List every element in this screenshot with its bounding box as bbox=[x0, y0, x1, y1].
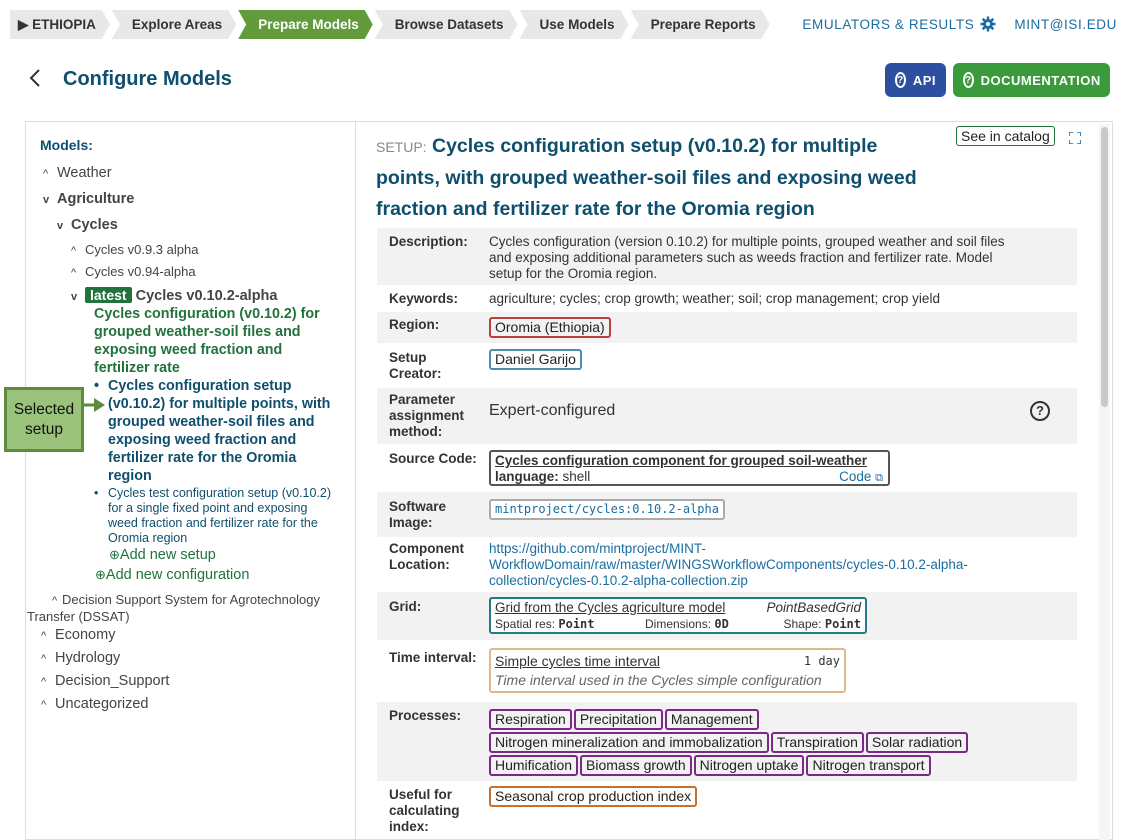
emulators-link[interactable]: EMULATORS & RESULTS bbox=[802, 16, 996, 32]
tree-item-uncategorized[interactable]: ^ Uncategorized bbox=[41, 696, 149, 712]
crumb-explore-areas[interactable]: Explore Areas bbox=[112, 10, 236, 39]
chevron-up-icon: ^ bbox=[41, 699, 47, 711]
processes-list: Respiration Precipitation Management Nitro… bbox=[489, 708, 1049, 777]
chevron-left-icon bbox=[29, 69, 40, 87]
breadcrumb: ▶ ETHIOPIA Explore Areas Prepare Models … bbox=[10, 10, 772, 39]
chevron-down-icon: v bbox=[43, 194, 50, 206]
setup-title: SETUP: Cycles configuration setup (v0.10… bbox=[376, 135, 917, 220]
crumb-browse-datasets[interactable]: Browse Datasets bbox=[375, 10, 518, 39]
tree-item-agriculture[interactable]: v Agriculture bbox=[43, 191, 134, 207]
models-heading: Models: bbox=[40, 137, 93, 153]
grid-card[interactable]: Grid from the Cycles agriculture model Po… bbox=[489, 597, 867, 634]
row-description: Description: Cycles configuration (versi… bbox=[377, 228, 1077, 285]
add-configuration-button[interactable]: ⊕Add new configuration bbox=[95, 567, 249, 583]
external-link-icon: ⧉ bbox=[875, 472, 883, 484]
row-setup-creator: Setup Creator: Daniel Garijo bbox=[377, 343, 1077, 388]
chevron-down-icon: v bbox=[57, 220, 64, 232]
process-tag[interactable]: Biomass growth bbox=[580, 755, 692, 776]
software-image-tag[interactable]: mintproject/cycles:0.10.2-alpha bbox=[489, 499, 725, 520]
help-icon: ? bbox=[895, 72, 906, 88]
tree-item-weather[interactable]: ^ Weather bbox=[43, 165, 112, 181]
process-tag[interactable]: Nitrogen transport bbox=[806, 755, 931, 776]
chevron-up-icon: ^ bbox=[41, 676, 47, 688]
chevron-up-icon: ^ bbox=[41, 630, 47, 642]
crumb-region[interactable]: ▶ ETHIOPIA bbox=[10, 10, 110, 39]
gear-icon bbox=[980, 16, 996, 32]
scrollbar-thumb[interactable] bbox=[1101, 127, 1108, 407]
crumb-prepare-models[interactable]: Prepare Models bbox=[238, 10, 373, 39]
process-tag[interactable]: Transpiration bbox=[770, 732, 864, 753]
process-tag[interactable]: Solar radiation bbox=[865, 732, 969, 753]
row-parameter-assignment: Parameter assignment method: Expert-config… bbox=[377, 388, 1077, 444]
tree-item-dssat[interactable]: ^ Decision Support System for Agrotechnol… bbox=[27, 592, 320, 624]
user-link[interactable]: MINT@ISI.EDU bbox=[1014, 16, 1117, 32]
chevron-up-icon: ^ bbox=[41, 653, 47, 665]
process-tag[interactable]: Management bbox=[664, 709, 759, 730]
plus-circle-icon: ⊕ bbox=[95, 567, 106, 582]
row-grid: Grid: Grid from the Cycles agriculture m… bbox=[377, 592, 1077, 640]
time-interval-card[interactable]: Simple cycles time interval 1 day Time in… bbox=[489, 648, 846, 693]
emulators-label: EMULATORS & RESULTS bbox=[802, 16, 975, 32]
latest-badge: latest bbox=[85, 287, 132, 303]
row-keywords: Keywords: agriculture; cycles; crop grow… bbox=[389, 291, 940, 306]
tree-item-selected-setup[interactable]: • Cycles configuration setup (v0.10.2) fo… bbox=[94, 377, 330, 485]
creator-tag[interactable]: Daniel Garijo bbox=[489, 349, 582, 370]
page-title: Configure Models bbox=[63, 68, 232, 90]
row-software-image: Software Image: mintproject/cycles:0.10.2… bbox=[377, 492, 1077, 537]
tree-item-cycles[interactable]: v Cycles bbox=[57, 217, 118, 233]
selected-setup-callout: Selected setup bbox=[4, 387, 84, 452]
plus-circle-icon: ⊕ bbox=[109, 547, 120, 562]
source-code-card[interactable]: Cycles configuration component for group… bbox=[489, 450, 890, 486]
tree-item-economy[interactable]: ^ Economy bbox=[41, 627, 115, 643]
process-tag[interactable]: Humification bbox=[489, 755, 579, 776]
tree-item-decision-support[interactable]: ^ Decision_Support bbox=[41, 673, 169, 689]
see-in-catalog-button[interactable]: See in catalog bbox=[956, 126, 1055, 146]
row-time-interval: Time interval: Simple cycles time interv… bbox=[377, 640, 1077, 702]
api-label: API bbox=[912, 72, 936, 88]
fullscreen-icon[interactable] bbox=[1069, 132, 1081, 144]
arrow-right-icon bbox=[84, 398, 105, 412]
documentation-label: DOCUMENTATION bbox=[980, 72, 1101, 88]
process-tag[interactable]: Respiration bbox=[489, 709, 572, 730]
row-useful-index: Useful for calculating index: Seasonal cro… bbox=[377, 781, 1077, 840]
chevron-up-icon: ^ bbox=[71, 245, 77, 257]
crumb-use-models[interactable]: Use Models bbox=[520, 10, 629, 39]
row-region: Region: Oromia (Ethiopia) bbox=[377, 312, 1077, 343]
row-processes: Processes: Respiration Precipitation Manag… bbox=[377, 702, 1077, 781]
help-icon: ? bbox=[963, 72, 974, 88]
index-tag[interactable]: Seasonal crop production index bbox=[489, 786, 698, 807]
row-component-location: Component Location: https://github.com/mi… bbox=[389, 541, 968, 589]
chevron-up-icon: ^ bbox=[52, 595, 58, 607]
process-tag[interactable]: Nitrogen mineralization and immobalizati… bbox=[489, 732, 769, 753]
code-link[interactable]: Code ⧉ bbox=[839, 469, 883, 486]
tree-item-cycles-v0102[interactable]: v latest Cycles v0.10.2-alpha bbox=[71, 287, 277, 304]
region-tag[interactable]: Oromia (Ethiopia) bbox=[489, 317, 611, 338]
chevron-down-icon: v bbox=[71, 291, 78, 303]
tree-item-hydrology[interactable]: ^ Hydrology bbox=[41, 650, 120, 666]
api-button[interactable]: ? API bbox=[885, 63, 946, 97]
chevron-up-icon: ^ bbox=[71, 267, 77, 279]
tree-item-configuration[interactable]: Cycles configuration (v0.10.2) for groupe… bbox=[94, 305, 320, 377]
back-button[interactable] bbox=[28, 68, 42, 94]
tree-item-cycles-v094[interactable]: ^ Cycles v0.94-alpha bbox=[71, 264, 196, 279]
tree-item-test-setup[interactable]: • Cycles test configuration setup (v0.10.… bbox=[94, 486, 331, 546]
chevron-up-icon: ^ bbox=[43, 168, 49, 180]
process-tag[interactable]: Nitrogen uptake bbox=[693, 755, 805, 776]
component-location-link[interactable]: https://github.com/mintproject/MINT- Work… bbox=[489, 541, 968, 589]
help-icon[interactable]: ? bbox=[1030, 401, 1050, 421]
crumb-prepare-reports[interactable]: Prepare Reports bbox=[631, 10, 770, 39]
row-source-code: Source Code: Cycles configuration compon… bbox=[377, 444, 1077, 492]
top-links: EMULATORS & RESULTS MINT@ISI.EDU bbox=[802, 16, 1117, 32]
process-tag[interactable]: Precipitation bbox=[573, 709, 663, 730]
tree-item-cycles-v093[interactable]: ^ Cycles v0.9.3 alpha bbox=[71, 242, 198, 257]
add-setup-button[interactable]: ⊕Add new setup bbox=[109, 547, 216, 563]
documentation-button[interactable]: ? DOCUMENTATION bbox=[953, 63, 1110, 97]
